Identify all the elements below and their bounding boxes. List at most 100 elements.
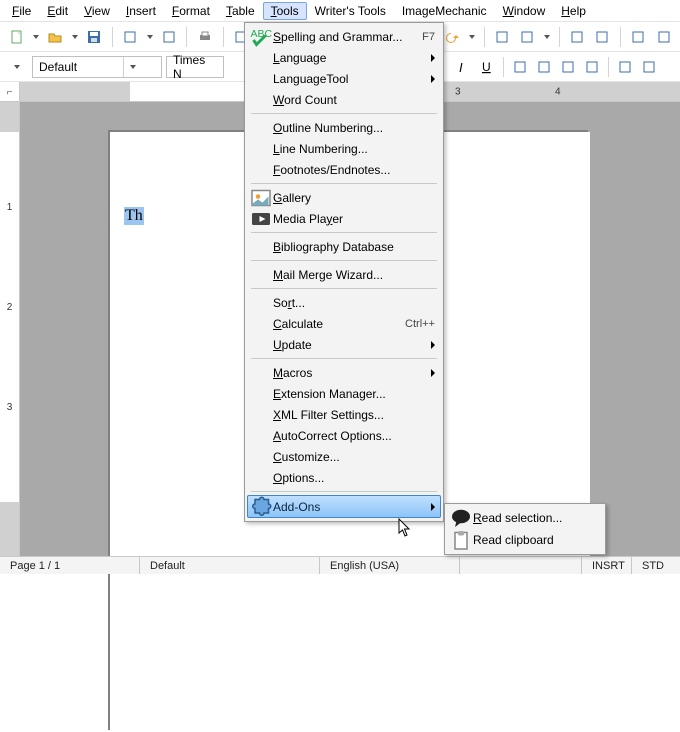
redo-button[interactable]: [442, 26, 463, 48]
menu-item-languagetool[interactable]: LanguageTool: [247, 68, 441, 89]
open-folder-button[interactable]: [45, 26, 66, 48]
align-right-button[interactable]: [557, 56, 579, 78]
extra2-button[interactable]: [653, 26, 674, 48]
print-button[interactable]: [194, 26, 215, 48]
new-doc-button[interactable]: [6, 26, 27, 48]
menu-table[interactable]: Table: [218, 2, 263, 20]
menu-item-add-ons[interactable]: Add-Ons: [247, 495, 441, 518]
list-num-button[interactable]: [614, 56, 636, 78]
menu-item-macros[interactable]: Macros: [247, 362, 441, 383]
menu-item-word-count[interactable]: Word Count: [247, 89, 441, 110]
send-mail-button[interactable]: [158, 26, 179, 48]
menu-view[interactable]: View: [76, 2, 118, 20]
open-folder-dropdown[interactable]: [70, 35, 80, 39]
font-name-value: Times N: [167, 53, 223, 81]
align-left-button[interactable]: [509, 56, 531, 78]
submenu-arrow-icon: [431, 369, 435, 377]
svg-text:U: U: [482, 60, 491, 74]
menu-item-outline-numbering[interactable]: Outline Numbering...: [247, 117, 441, 138]
hyperlink-button[interactable]: [492, 26, 513, 48]
align-just-button[interactable]: [581, 56, 603, 78]
abc-check-icon: ABC: [249, 25, 273, 49]
menu-tools[interactable]: Tools: [263, 2, 307, 20]
paragraph-style-combo[interactable]: Default: [32, 56, 162, 78]
redo-dropdown[interactable]: [467, 35, 477, 39]
export-doc-dropdown[interactable]: [145, 35, 155, 39]
save-button[interactable]: [84, 26, 105, 48]
submenu-item-read-selection[interactable]: Read selection...: [447, 507, 603, 529]
tools-menu: ABCSpelling and Grammar...F7Language Lang…: [244, 22, 444, 522]
menu-item-autocorrect-options[interactable]: AutoCorrect Options...: [247, 425, 441, 446]
submenu-item-label: Read selection...: [473, 511, 562, 525]
italic-button[interactable]: I: [452, 56, 474, 78]
menu-edit[interactable]: Edit: [39, 2, 76, 20]
menu-item-calculate[interactable]: CalculateCtrl++: [247, 313, 441, 334]
menu-item-label: AutoCorrect Options...: [273, 429, 435, 443]
menu-help[interactable]: Help: [553, 2, 594, 20]
menu-item-extension-manager[interactable]: Extension Manager...: [247, 383, 441, 404]
status-bar: Page 1 / 1 Default English (USA) INSRT S…: [0, 556, 680, 574]
menu-item-line-numbering[interactable]: Line Numbering...: [247, 138, 441, 159]
menu-item-options[interactable]: Options...: [247, 467, 441, 488]
status-selection-mode[interactable]: STD: [632, 557, 680, 574]
menu-item-footnotes-endnotes[interactable]: Footnotes/Endnotes...: [247, 159, 441, 180]
menu-item-spelling-and-grammar[interactable]: ABCSpelling and Grammar...F7: [247, 26, 441, 47]
table-dropdown[interactable]: [542, 35, 552, 39]
status-language[interactable]: English (USA): [320, 557, 460, 574]
submenu-arrow-icon: [431, 54, 435, 62]
menu-item-label: Media Player: [273, 212, 435, 226]
menu-window[interactable]: Window: [495, 2, 554, 20]
menu-item-customize[interactable]: Customize...: [247, 446, 441, 467]
menu-item-bibliography-database[interactable]: Bibliography Database: [247, 236, 441, 257]
puzzle-icon: [249, 495, 273, 519]
chevron-down-icon[interactable]: [123, 57, 141, 77]
menu-item-label: Macros: [273, 366, 431, 380]
menu-item-update[interactable]: Update: [247, 334, 441, 355]
new-doc-dropdown[interactable]: [31, 35, 41, 39]
menu-writer-s-tools[interactable]: Writer's Tools: [307, 2, 394, 20]
submenu-item-label: Read clipboard: [473, 533, 554, 547]
menu-item-media-player[interactable]: Media Player: [247, 208, 441, 229]
menu-item-label: Line Numbering...: [273, 142, 435, 156]
menu-item-label: Calculate: [273, 317, 405, 331]
menu-item-label: Outline Numbering...: [273, 121, 435, 135]
menu-file[interactable]: File: [4, 2, 39, 20]
extra1-button[interactable]: [628, 26, 649, 48]
menu-item-label: Customize...: [273, 450, 435, 464]
submenu-item-read-clipboard[interactable]: Read clipboard: [447, 529, 603, 551]
menu-item-label: Add-Ons: [273, 500, 431, 514]
menu-item-label: Update: [273, 338, 431, 352]
zoom-button[interactable]: [567, 26, 588, 48]
menu-item-label: Bibliography Database: [273, 240, 435, 254]
ruler-vertical: 123: [0, 102, 20, 556]
ruler-corner: ⌐: [0, 82, 20, 102]
submenu-arrow-icon: [431, 503, 435, 511]
selected-text-left[interactable]: Th: [124, 207, 144, 225]
menu-format[interactable]: Format: [164, 2, 218, 20]
list-bul-button[interactable]: [638, 56, 660, 78]
menu-item-xml-filter-settings[interactable]: XML Filter Settings...: [247, 404, 441, 425]
align-center-button[interactable]: [533, 56, 555, 78]
status-page: Page 1 / 1: [0, 557, 140, 574]
menu-item-gallery[interactable]: Gallery: [247, 187, 441, 208]
style-arrow-icon[interactable]: [6, 56, 28, 78]
underline-button[interactable]: U: [476, 56, 498, 78]
menu-item-label: LanguageTool: [273, 72, 431, 86]
menu-item-shortcut: F7: [422, 31, 435, 43]
menu-item-language[interactable]: Language: [247, 47, 441, 68]
status-insert-mode[interactable]: INSRT: [582, 557, 632, 574]
menu-item-mail-merge-wizard[interactable]: Mail Merge Wizard...: [247, 264, 441, 285]
addons-submenu: Read selection... Read clipboard: [444, 503, 606, 555]
export-doc-button[interactable]: [120, 26, 141, 48]
help-button[interactable]: [592, 26, 613, 48]
menu-item-sort[interactable]: Sort...: [247, 292, 441, 313]
svg-text:I: I: [459, 60, 463, 75]
table-button[interactable]: [517, 26, 538, 48]
status-style: Default: [140, 557, 320, 574]
menu-item-label: XML Filter Settings...: [273, 408, 435, 422]
submenu-arrow-icon: [431, 75, 435, 83]
font-name-combo[interactable]: Times N: [166, 56, 224, 78]
menu-imagemechanic[interactable]: ImageMechanic: [394, 2, 495, 20]
menu-insert[interactable]: Insert: [118, 2, 164, 20]
paragraph-style-value: Default: [33, 60, 123, 74]
